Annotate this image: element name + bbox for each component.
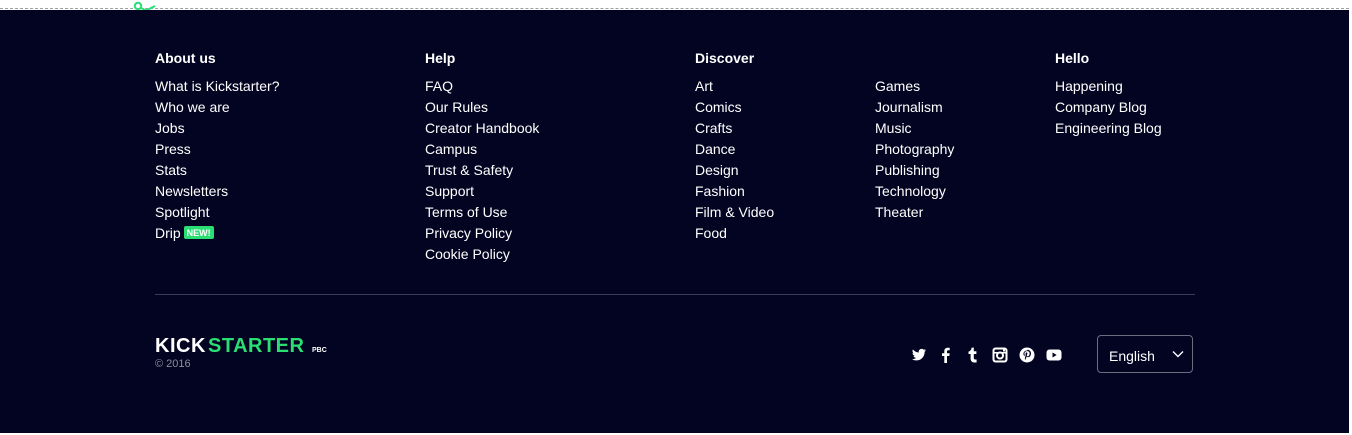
cut-line-divider [0, 8, 1349, 9]
link-comics[interactable]: Comics [695, 99, 742, 115]
link-music[interactable]: Music [875, 120, 912, 136]
link-spotlight[interactable]: Spotlight [155, 204, 209, 220]
pinterest-icon[interactable] [1019, 347, 1035, 363]
column-heading-hello: Hello [1055, 50, 1090, 66]
footer-column-discover-more: Games Journalism Music Photography Publi… [875, 76, 954, 223]
link-stats[interactable]: Stats [155, 162, 187, 178]
footer-column-help: Help FAQ Our Rules Creator Handbook Camp… [425, 50, 539, 265]
column-heading-help: Help [425, 50, 456, 66]
link-faq[interactable]: FAQ [425, 78, 453, 94]
link-drip[interactable]: Drip [155, 225, 181, 241]
link-crafts[interactable]: Crafts [695, 120, 732, 136]
footer-column-discover: Discover Art Comics Crafts Dance Design … [695, 50, 774, 244]
link-privacy-policy[interactable]: Privacy Policy [425, 225, 512, 241]
link-games[interactable]: Games [875, 78, 920, 94]
link-happening[interactable]: Happening [1055, 78, 1123, 94]
link-our-rules[interactable]: Our Rules [425, 99, 488, 115]
link-who-we-are[interactable]: Who we are [155, 99, 230, 115]
link-art[interactable]: Art [695, 78, 713, 94]
logo-kick-text: KICK [155, 335, 206, 356]
link-dance[interactable]: Dance [695, 141, 735, 157]
footer-column-about: About us What is Kickstarter? Who we are… [155, 50, 279, 244]
language-select[interactable]: English [1097, 335, 1193, 373]
kickstarter-logo[interactable]: KICK STARTER PBC [155, 334, 335, 356]
link-cookie-policy[interactable]: Cookie Policy [425, 246, 510, 262]
column-heading-about: About us [155, 50, 216, 66]
link-publishing[interactable]: Publishing [875, 162, 940, 178]
link-photography[interactable]: Photography [875, 141, 954, 157]
link-jobs[interactable]: Jobs [155, 120, 185, 136]
link-food[interactable]: Food [695, 225, 727, 241]
social-links [911, 347, 1062, 365]
link-creator-handbook[interactable]: Creator Handbook [425, 120, 539, 136]
link-film-video[interactable]: Film & Video [695, 204, 774, 220]
link-company-blog[interactable]: Company Blog [1055, 99, 1147, 115]
instagram-icon[interactable] [992, 347, 1008, 363]
link-trust-safety[interactable]: Trust & Safety [425, 162, 513, 178]
link-journalism[interactable]: Journalism [875, 99, 943, 115]
link-terms-of-use[interactable]: Terms of Use [425, 204, 507, 220]
facebook-icon[interactable] [938, 347, 954, 363]
new-badge: NEW! [183, 226, 214, 239]
link-press[interactable]: Press [155, 141, 191, 157]
logo-pbc-text: PBC [312, 347, 327, 354]
link-fashion[interactable]: Fashion [695, 183, 745, 199]
link-newsletters[interactable]: Newsletters [155, 183, 228, 199]
twitter-icon[interactable] [911, 347, 927, 363]
link-technology[interactable]: Technology [875, 183, 946, 199]
link-engineering-blog[interactable]: Engineering Blog [1055, 120, 1162, 136]
chevron-down-icon [1172, 351, 1184, 358]
footer-column-hello: Hello Happening Company Blog Engineering… [1055, 50, 1162, 139]
site-footer: About us What is Kickstarter? Who we are… [0, 10, 1349, 433]
copyright-text: © 2016 [155, 358, 191, 370]
logo-starter-text: STARTER [208, 335, 305, 356]
link-what-is-kickstarter[interactable]: What is Kickstarter? [155, 78, 279, 94]
link-campus[interactable]: Campus [425, 141, 477, 157]
link-design[interactable]: Design [695, 162, 739, 178]
link-support[interactable]: Support [425, 183, 474, 199]
tumblr-icon[interactable] [965, 347, 981, 363]
link-theater[interactable]: Theater [875, 204, 923, 220]
column-heading-discover: Discover [695, 50, 755, 66]
youtube-icon[interactable] [1046, 347, 1062, 363]
footer-divider [155, 294, 1195, 295]
language-selected-label: English [1109, 348, 1155, 364]
